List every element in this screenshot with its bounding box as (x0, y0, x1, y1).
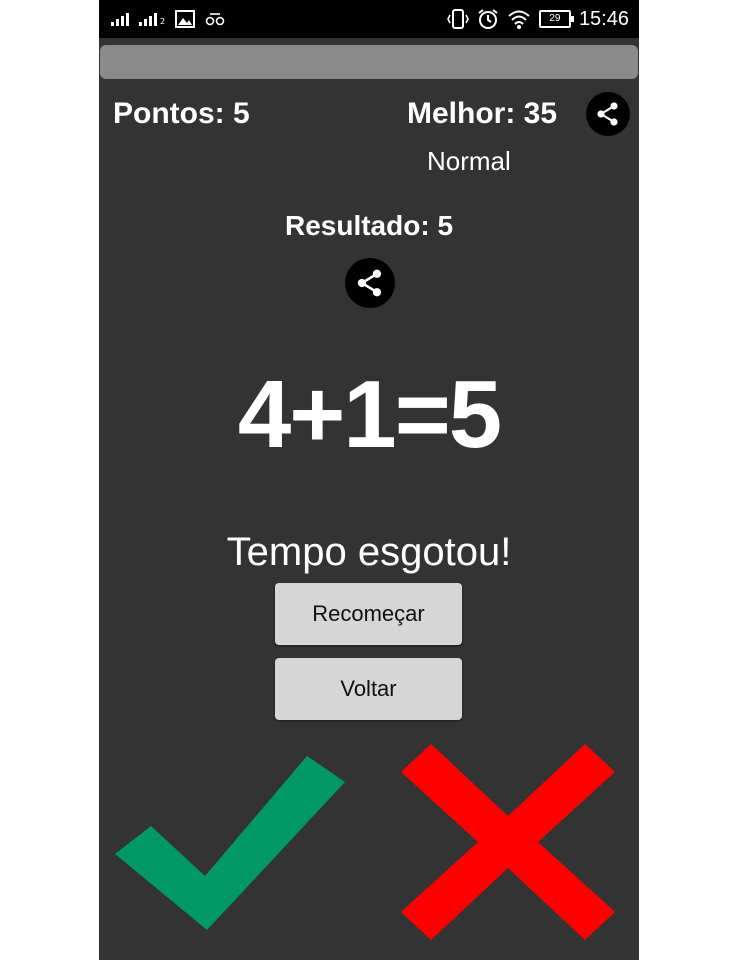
signal-2-icon: 2 (139, 12, 165, 26)
sim2-label: 2 (160, 17, 166, 26)
alarm-icon (478, 9, 498, 29)
status-left-icons: 2 (111, 8, 225, 30)
result-label: Resultado: 5 (284, 210, 454, 241)
status-time: 15:46 (578, 7, 629, 30)
time-progress-bar (100, 45, 638, 79)
check-icon[interactable] (115, 752, 349, 930)
signal-icon (111, 12, 129, 26)
share-button-top[interactable] (586, 92, 630, 136)
battery-icon: 29 (538, 10, 574, 28)
share-button-result[interactable] (345, 258, 395, 308)
wifi-icon (508, 10, 530, 29)
vibrate-icon (447, 9, 469, 29)
timeout-message: Tempo esgotou! (226, 530, 512, 574)
status-bar: 2 29 15:46 (99, 0, 639, 38)
image-icon (175, 10, 196, 28)
voicemail-icon (205, 13, 225, 26)
best-score-label: Melhor: 35 (407, 97, 558, 130)
points-label: Pontos: 5 (113, 97, 250, 130)
phone-screen: 2 29 15:46 Pontos: 5 Melhor: 35 Normal R… (99, 0, 639, 960)
restart-button[interactable]: Recomeçar (275, 583, 462, 645)
cross-icon[interactable] (401, 744, 615, 940)
equation-display: 4+1=5 (237, 361, 502, 468)
back-button[interactable]: Voltar (275, 658, 462, 720)
status-right-icons: 29 15:46 (447, 6, 629, 32)
share-icon (597, 102, 618, 126)
share-icon (357, 269, 382, 297)
difficulty-label: Normal (427, 146, 511, 176)
